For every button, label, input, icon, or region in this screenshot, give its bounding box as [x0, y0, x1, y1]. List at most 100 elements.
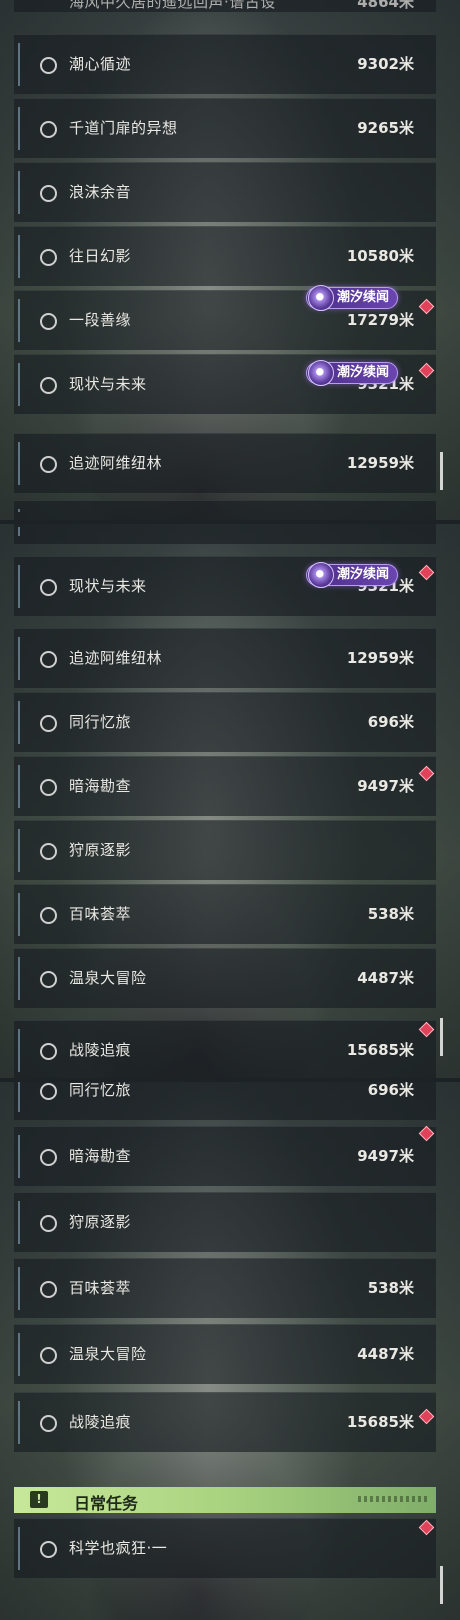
quest-row[interactable]: 狩原逐影 [14, 820, 436, 880]
tide-event-badge: 潮汐续闻 [306, 562, 399, 588]
quest-name: 往日幻影 [69, 247, 132, 265]
quest-distance: 9265米 [357, 119, 414, 137]
quest-name: 百味荟萃 [69, 1279, 132, 1297]
quest-row[interactable]: 同行忆旅 696米 [14, 692, 436, 752]
quest-row[interactable]: 百味荟萃 538米 [14, 1258, 436, 1318]
quest-distance: 12959米 [346, 649, 414, 667]
quest-name: 暗海勘查 [69, 777, 132, 795]
quest-row[interactable]: 科学也疯狂·一 [14, 1518, 436, 1578]
quest-row[interactable]: 温泉大冒险 4487米 [14, 948, 436, 1008]
circle-check-icon [40, 1415, 57, 1432]
circle-check-icon [40, 1281, 57, 1298]
circle-check-icon [40, 1083, 57, 1100]
quest-row[interactable]: 千道门扉的异想 9265米 [14, 98, 436, 158]
quest-name: 潮心循迹 [69, 55, 132, 73]
quest-distance: 10580米 [346, 247, 414, 265]
quest-distance: 538米 [367, 1279, 414, 1297]
circle-check-icon [40, 456, 57, 473]
quest-name: 浪沫余音 [69, 183, 132, 201]
quest-name: 现状与未来 [69, 375, 147, 393]
quest-name: 现状与未来 [69, 577, 147, 595]
tide-event-badge: 潮汐续闻 [306, 360, 399, 386]
section-title: 日常任务 [74, 1494, 139, 1513]
circle-check-icon [40, 971, 57, 988]
section-header-daily[interactable]: ! 日常任务 [14, 1487, 436, 1513]
quest-distance: 15685米 [346, 1413, 414, 1431]
circle-check-icon [40, 313, 57, 330]
circle-check-icon [40, 907, 57, 924]
badge-label: 潮汐续闻 [337, 365, 390, 380]
quest-name: 战陵追痕 [69, 1041, 132, 1059]
panel-divider [0, 520, 460, 524]
circle-check-icon [40, 579, 57, 596]
circle-check-icon [40, 185, 57, 202]
quest-distance: 538米 [367, 905, 414, 923]
quest-row-partial[interactable] [14, 524, 436, 544]
panel-divider [0, 1078, 460, 1082]
quest-name: 一段善缘 [69, 311, 132, 329]
scrollbar-thumb[interactable] [440, 1566, 443, 1604]
quest-name: 暗海勘查 [69, 1147, 132, 1165]
circle-check-icon [40, 651, 57, 668]
quest-list-panel-3: 同行忆旅 696米 暗海勘查 9497米 狩原逐影 百味荟萃 538米 温泉大冒… [0, 1082, 460, 1620]
quest-row-partial[interactable] [14, 500, 436, 520]
circle-check-icon [40, 1043, 57, 1060]
quest-distance: 696米 [367, 713, 414, 731]
circle-check-icon [40, 1347, 57, 1364]
quest-row[interactable]: 战陵追痕 15685米 [14, 1392, 436, 1452]
circle-check-icon [40, 1541, 57, 1558]
quest-row[interactable]: 狩原逐影 [14, 1192, 436, 1252]
quest-row[interactable]: 追迹阿维纽林 12959米 [14, 433, 436, 493]
circle-check-icon [40, 57, 57, 74]
quest-list-panel-2: 潮汐续闻 现状与未来 9321米 追迹阿维纽林 12959米 同行忆旅 696米… [0, 524, 460, 1080]
quest-row[interactable]: 温泉大冒险 4487米 [14, 1324, 436, 1384]
quest-row[interactable]: 浪沫余音 [14, 162, 436, 222]
quest-name: 同行忆旅 [69, 713, 132, 731]
exclamation-icon: ! [30, 1491, 48, 1508]
quest-row[interactable]: 追迹阿维纽林 12959米 [14, 628, 436, 688]
badge-label: 潮汐续闻 [337, 567, 390, 582]
quest-distance: 15685米 [346, 1041, 414, 1059]
quest-distance: 4864米 [357, 0, 414, 11]
quest-name: 战陵追痕 [69, 1413, 132, 1431]
quest-name: 狩原逐影 [69, 841, 132, 859]
quest-row[interactable]: 暗海勘查 9497米 [14, 1126, 436, 1186]
quest-row[interactable]: 百味荟萃 538米 [14, 884, 436, 944]
quest-name: 科学也疯狂·一 [69, 1539, 168, 1557]
quest-name: 追迹阿维纽林 [69, 454, 163, 472]
circle-check-icon [40, 1149, 57, 1166]
tide-swirl-icon [308, 562, 334, 588]
quest-name: 温泉大冒险 [69, 1345, 147, 1363]
quest-distance: 9497米 [357, 777, 414, 795]
quest-name: 百味荟萃 [69, 905, 132, 923]
section-decoration [358, 1496, 428, 1502]
tide-event-badge: 潮汐续闻 [306, 285, 399, 311]
quest-name: 狩原逐影 [69, 1213, 132, 1231]
quest-distance: 9497米 [357, 1147, 414, 1165]
quest-row-partial[interactable]: 海风中久居的遥远回声·谱古设 4864米 [14, 0, 436, 12]
circle-check-icon [40, 377, 57, 394]
scrollbar-thumb[interactable] [440, 452, 443, 490]
quest-name: 同行忆旅 [69, 1082, 132, 1099]
quest-list-panel-1: 海风中久居的遥远回声·谱古设 4864米 潮心循迹 9302米 千道门扉的异想 … [0, 0, 460, 520]
circle-check-icon [40, 843, 57, 860]
circle-check-icon [40, 1215, 57, 1232]
quest-row[interactable]: 同行忆旅 696米 [14, 1082, 436, 1120]
circle-check-icon [40, 121, 57, 138]
quest-row[interactable]: 往日幻影 10580米 [14, 226, 436, 286]
quest-name: 追迹阿维纽林 [69, 649, 163, 667]
scrollbar-thumb[interactable] [440, 1018, 443, 1056]
quest-distance: 4487米 [357, 969, 414, 987]
quest-row[interactable]: 暗海勘查 9497米 [14, 756, 436, 816]
quest-distance: 12959米 [346, 454, 414, 472]
quest-row[interactable]: 潮心循迹 9302米 [14, 34, 436, 94]
circle-check-icon [40, 779, 57, 796]
quest-row-partial[interactable]: 战陵追痕 15685米 [14, 1020, 436, 1080]
quest-distance: 9302米 [357, 55, 414, 73]
quest-name: 海风中久居的遥远回声·谱古设 [69, 0, 276, 11]
tide-swirl-icon [308, 360, 334, 386]
circle-check-icon [40, 715, 57, 732]
circle-check-icon [40, 249, 57, 266]
quest-distance: 17279米 [346, 311, 414, 329]
quest-name: 温泉大冒险 [69, 969, 147, 987]
